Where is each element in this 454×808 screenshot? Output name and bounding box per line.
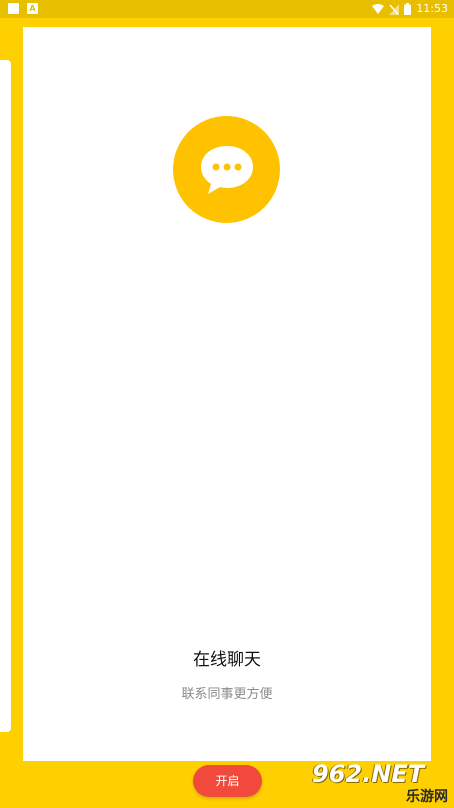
status-right-icons: 11:53 [372, 2, 448, 16]
status-time: 11:53 [416, 2, 448, 15]
watermark-site: 962.NET [312, 760, 425, 788]
chat-bubble-icon [201, 146, 253, 194]
previous-page-card[interactable] [0, 60, 11, 732]
watermark-logo: 962.NET 乐游网 [312, 760, 448, 805]
chat-feature-icon [173, 116, 280, 223]
watermark-name: 乐游网 [406, 789, 448, 805]
square-icon [8, 3, 19, 14]
feature-title: 在线聊天 [193, 650, 261, 670]
feature-card: 在线聊天 联系同事更方便 [23, 27, 431, 761]
wifi-icon [372, 4, 385, 14]
status-bar: A 11:53 [0, 0, 454, 18]
signal-icon [389, 3, 400, 15]
start-button[interactable]: 开启 [193, 765, 262, 797]
battery-icon [404, 3, 412, 15]
feature-subtitle: 联系同事更方便 [181, 687, 273, 702]
next-page-card[interactable] [443, 60, 454, 732]
a-icon: A [27, 3, 38, 14]
status-left-icons: A [8, 3, 38, 14]
